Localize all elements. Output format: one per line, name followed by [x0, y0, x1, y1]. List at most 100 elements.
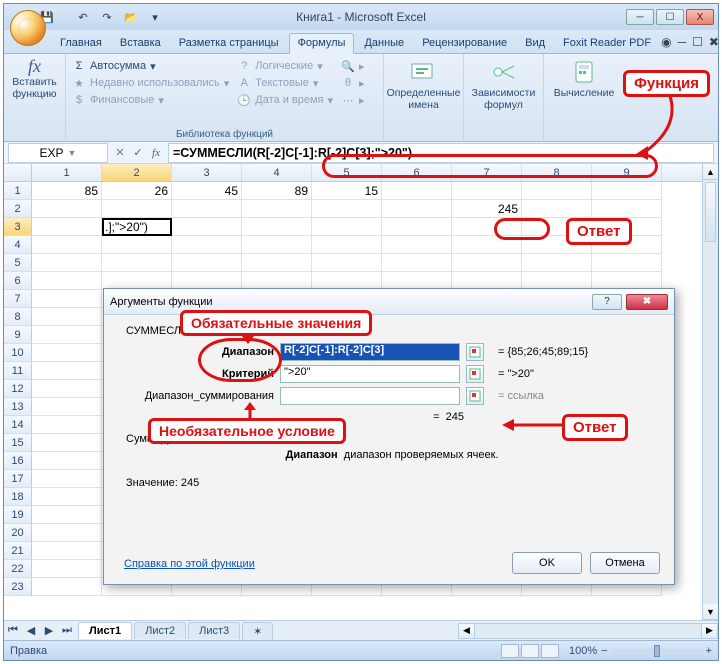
tab-data[interactable]: Данные — [356, 34, 412, 53]
row-header[interactable]: 4 — [4, 236, 32, 254]
row-header[interactable]: 22 — [4, 560, 32, 578]
row-header[interactable]: 1 — [4, 182, 32, 200]
cell[interactable]: 89 — [242, 182, 312, 200]
cell[interactable] — [382, 254, 452, 272]
scroll-thumb[interactable] — [705, 182, 716, 242]
row-header[interactable]: 16 — [4, 452, 32, 470]
fx-button-icon[interactable]: fx — [148, 145, 164, 161]
financial-button[interactable]: $Финансовые ▾ — [72, 93, 229, 107]
cell[interactable]: .];">20") — [102, 218, 172, 236]
cell[interactable] — [242, 218, 312, 236]
new-sheet-button[interactable]: ✶ — [242, 622, 273, 640]
sheet-nav-prev-icon[interactable]: ◀ — [22, 622, 40, 640]
defined-names-button[interactable]: Определенныеимена — [384, 54, 464, 141]
cell[interactable] — [592, 254, 662, 272]
cell[interactable] — [32, 452, 102, 470]
cell[interactable] — [102, 254, 172, 272]
cell[interactable]: 15 — [312, 182, 382, 200]
row-header[interactable]: 19 — [4, 506, 32, 524]
workbook-close-icon[interactable]: ✖ — [709, 35, 719, 49]
row-header[interactable]: 9 — [4, 326, 32, 344]
workbook-minimize-icon[interactable]: ─ — [678, 35, 687, 49]
tab-view[interactable]: Вид — [517, 34, 553, 53]
tab-pagelayout[interactable]: Разметка страницы — [171, 34, 287, 53]
sheet-tab[interactable]: Лист3 — [188, 622, 240, 639]
cell[interactable] — [32, 272, 102, 290]
text-button[interactable]: AТекстовые ▾ — [237, 76, 333, 90]
math-button[interactable]: θ▸ — [341, 76, 365, 90]
vertical-scrollbar[interactable]: ▲ ▼ — [702, 164, 718, 620]
cell[interactable] — [102, 200, 172, 218]
cell[interactable] — [172, 236, 242, 254]
refedit-icon[interactable] — [466, 387, 484, 405]
cell[interactable] — [32, 560, 102, 578]
cell[interactable] — [32, 470, 102, 488]
cell[interactable] — [382, 236, 452, 254]
cell[interactable] — [32, 488, 102, 506]
cell[interactable] — [452, 182, 522, 200]
horizontal-scrollbar[interactable]: ◀ ▶ — [458, 623, 718, 639]
col-header[interactable]: 4 — [242, 164, 312, 181]
cell[interactable] — [102, 236, 172, 254]
col-header[interactable]: 1 — [32, 164, 102, 181]
select-all-corner[interactable] — [4, 164, 32, 181]
zoom-in-icon[interactable]: + — [706, 645, 712, 657]
cell[interactable] — [32, 308, 102, 326]
dialog-close-button[interactable]: ✖ — [626, 294, 668, 310]
cell[interactable]: 85 — [32, 182, 102, 200]
open-icon[interactable]: 📂 — [122, 8, 140, 26]
cell[interactable] — [312, 254, 382, 272]
formula-auditing-button[interactable]: Зависимостиформул — [464, 54, 544, 141]
more-button[interactable]: ⋯▸ — [341, 93, 365, 107]
tab-formulas[interactable]: Формулы — [289, 33, 355, 54]
cell[interactable]: 45 — [172, 182, 242, 200]
cell[interactable] — [172, 218, 242, 236]
row-header[interactable]: 3 — [4, 218, 32, 236]
redo-icon[interactable]: ↷ — [98, 8, 116, 26]
cell[interactable] — [32, 254, 102, 272]
cell[interactable] — [32, 434, 102, 452]
workbook-restore-icon[interactable]: ☐ — [692, 35, 703, 49]
sheet-tab[interactable]: Лист2 — [134, 622, 186, 639]
cell[interactable] — [592, 200, 662, 218]
cell[interactable] — [32, 506, 102, 524]
refedit-icon[interactable] — [466, 343, 484, 361]
row-header[interactable]: 11 — [4, 362, 32, 380]
col-header[interactable]: 2 — [102, 164, 172, 181]
cell[interactable] — [32, 200, 102, 218]
cell[interactable] — [32, 344, 102, 362]
scroll-right-icon[interactable]: ▶ — [701, 624, 717, 638]
cell[interactable] — [32, 416, 102, 434]
cell[interactable] — [382, 182, 452, 200]
tab-review[interactable]: Рецензирование — [414, 34, 515, 53]
cell[interactable] — [242, 236, 312, 254]
help-icon[interactable]: ◉ — [661, 35, 671, 49]
zoom-out-icon[interactable]: − — [601, 645, 607, 657]
cell[interactable] — [32, 362, 102, 380]
row-header[interactable]: 6 — [4, 272, 32, 290]
arg-range-input[interactable]: R[-2]C[-1]:R[-2]C[3] — [280, 343, 460, 361]
col-header[interactable]: 3 — [172, 164, 242, 181]
row-header[interactable]: 7 — [4, 290, 32, 308]
view-normal-icon[interactable] — [501, 644, 519, 658]
sheet-tab[interactable]: Лист1 — [78, 622, 132, 639]
sheet-nav-last-icon[interactable]: ⏭ — [58, 622, 76, 640]
scroll-left-icon[interactable]: ◀ — [459, 624, 475, 638]
cell[interactable] — [32, 218, 102, 236]
row-header[interactable]: 5 — [4, 254, 32, 272]
arg-sumrange-input[interactable] — [280, 387, 460, 405]
cell[interactable] — [522, 200, 592, 218]
arg-criteria-input[interactable]: ">20" — [280, 365, 460, 383]
cell[interactable] — [312, 200, 382, 218]
cell[interactable] — [522, 182, 592, 200]
cell[interactable] — [32, 236, 102, 254]
row-header[interactable]: 17 — [4, 470, 32, 488]
scroll-down-icon[interactable]: ▼ — [703, 604, 718, 620]
zoom-level[interactable]: 100% — [569, 645, 597, 657]
cell[interactable] — [382, 218, 452, 236]
cell[interactable] — [312, 218, 382, 236]
cell[interactable]: 245 — [452, 200, 522, 218]
row-header[interactable]: 10 — [4, 344, 32, 362]
tab-insert[interactable]: Вставка — [112, 34, 169, 53]
cell[interactable] — [522, 254, 592, 272]
